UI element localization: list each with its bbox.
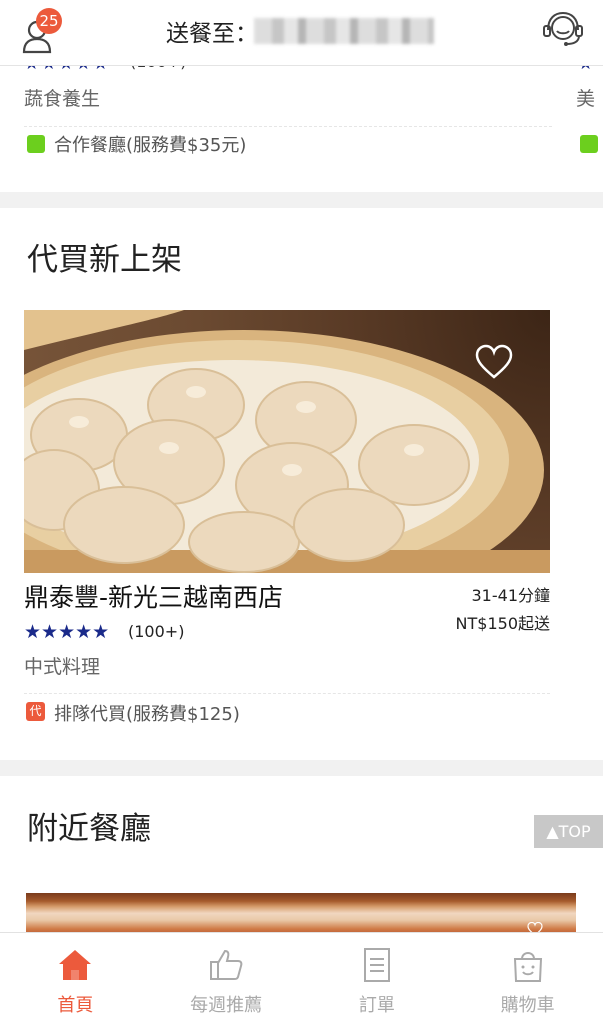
order-list-icon	[363, 948, 390, 982]
bottom-navigation: 首頁 每週推薦 訂單 購物車	[0, 932, 603, 1024]
section-separator	[0, 760, 603, 776]
nav-weekly-picks[interactable]: 每週推薦	[151, 933, 302, 1024]
member-button[interactable]: 25	[20, 8, 66, 54]
service-fee-label: 排隊代買(服務費$125)	[54, 704, 240, 725]
peek-category: 美	[576, 88, 596, 110]
peek-partner-tag-icon	[580, 135, 598, 153]
section-separator	[0, 192, 603, 208]
nav-cart[interactable]: 購物車	[452, 933, 603, 1024]
home-icon	[59, 950, 92, 980]
section-title-nearby: 附近餐廳	[27, 811, 151, 847]
nav-home[interactable]: 首頁	[0, 933, 151, 1024]
nav-label-orders: 訂單	[358, 995, 395, 1016]
minimum-order: NT$150起送	[455, 614, 550, 633]
deliver-to-label[interactable]: 送餐至：	[166, 14, 258, 48]
restaurant-name[interactable]: 鼎泰豐-新光三越南西店	[24, 578, 283, 614]
customer-service-icon[interactable]	[540, 10, 586, 50]
nav-orders[interactable]: 訂單	[302, 933, 453, 1024]
restaurant-photo[interactable]	[24, 310, 550, 573]
divider	[24, 126, 552, 127]
thumbs-up-icon	[210, 949, 243, 980]
rating-count: (100+)	[128, 622, 185, 641]
restaurant-category: 中式料理	[24, 656, 101, 678]
prev-service-label: 合作餐廳(服務費$35元)	[54, 135, 247, 156]
back-to-top-button[interactable]: ▲TOP	[534, 815, 603, 848]
notification-badge: 25	[36, 8, 62, 34]
divider	[24, 693, 550, 694]
address-redacted[interactable]	[254, 18, 434, 44]
nav-label-weekly: 每週推薦	[190, 995, 263, 1016]
nav-label-home: 首頁	[57, 995, 94, 1016]
nav-label-cart: 購物車	[500, 995, 555, 1016]
partner-tag-icon	[27, 135, 45, 153]
app-screen: 25 送餐至： ★★★★★ (100+) 蔬食養生 合作餐廳(服務費$35元) …	[0, 0, 603, 1024]
section-title-new: 代買新上架	[27, 242, 182, 278]
proxy-buy-tag-icon: 代	[26, 702, 45, 721]
prev-category: 蔬食養生	[24, 88, 101, 110]
favorite-heart-icon[interactable]	[474, 344, 514, 380]
shopping-bag-icon	[513, 952, 542, 982]
delivery-time: 31-41分鐘	[471, 586, 551, 605]
top-header: 25 送餐至：	[0, 0, 603, 66]
rating-stars: ★★★★★	[24, 621, 110, 643]
